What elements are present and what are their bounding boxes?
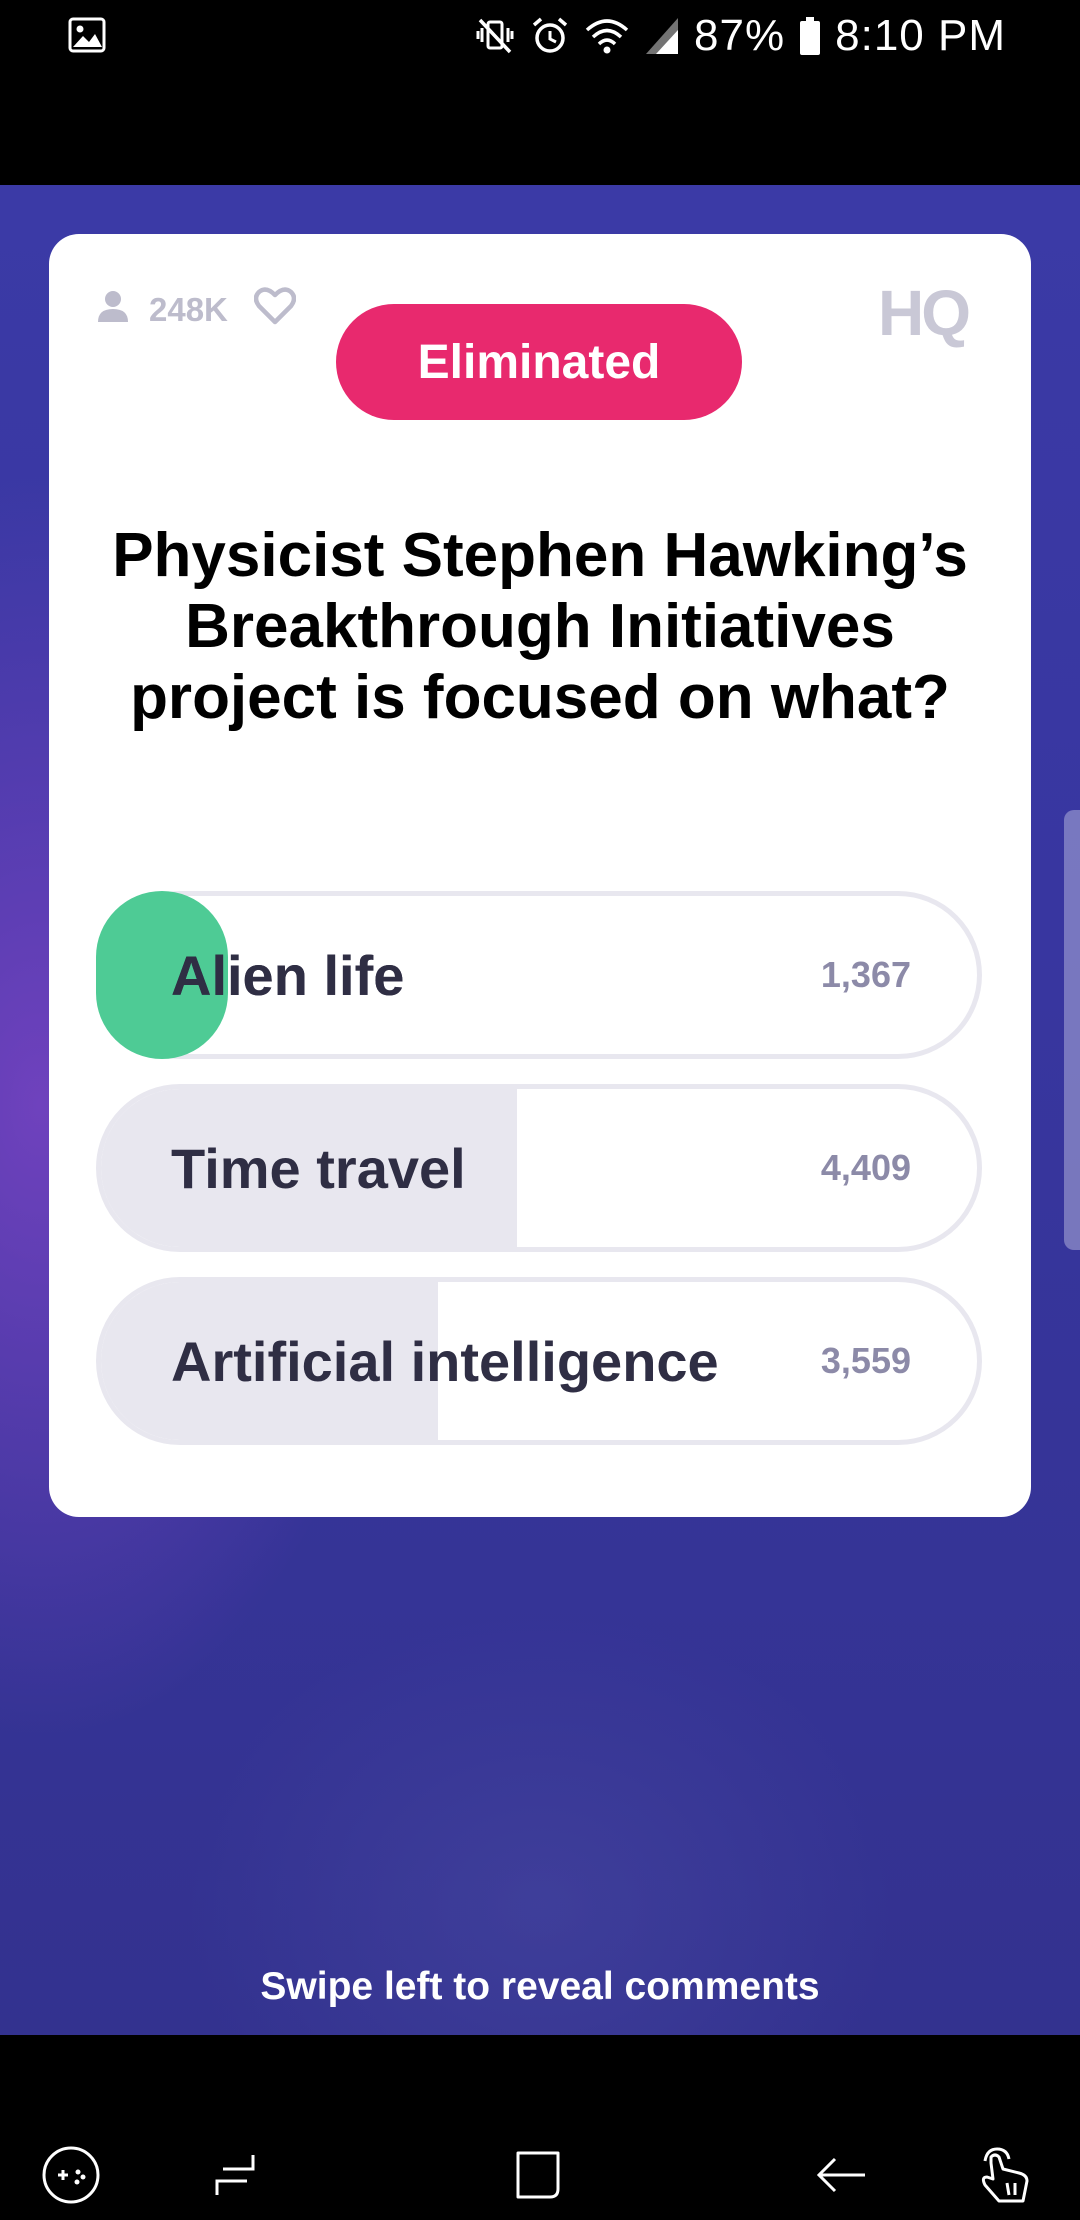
answer-label: Artificial intelligence: [171, 1329, 719, 1393]
home-icon[interactable]: [503, 2140, 573, 2210]
viewer-count-text: 248K: [149, 291, 228, 328]
swipe-hint: Swipe left to reveal comments: [260, 1965, 820, 2008]
status-time: 8:10 PM: [835, 11, 1006, 60]
battery-percentage: 87%: [694, 11, 786, 60]
answer-option-time-travel[interactable]: Time travel 4,409: [96, 1084, 982, 1252]
status-bar: 87% 8:10 PM: [0, 0, 1080, 72]
answer-label-overlay: Alien life: [96, 891, 982, 1059]
answer-count: 4,409: [820, 1147, 911, 1188]
answer-label: Time travel: [171, 1136, 466, 1200]
assist-touch-icon[interactable]: [970, 2140, 1040, 2210]
user-icon: [95, 288, 131, 332]
top-spacer: [0, 72, 1080, 185]
signal-icon: [644, 16, 680, 56]
heart-icon[interactable]: [253, 287, 297, 333]
hq-logo: HQ: [878, 277, 971, 349]
back-icon[interactable]: [806, 2140, 876, 2210]
gallery-icon: [68, 16, 106, 59]
question-text: Physicist Stephen Hawking’s Breakthrough…: [112, 521, 968, 732]
eliminated-badge: Eliminated: [336, 304, 742, 420]
viewer-count: 248K: [95, 285, 297, 335]
navigation-bar: [0, 2035, 1080, 2220]
answer-count: 3,559: [820, 1340, 911, 1381]
game-tools-icon[interactable]: [36, 2140, 106, 2210]
recent-apps-icon[interactable]: [200, 2140, 270, 2210]
wifi-icon: [584, 16, 630, 56]
answer-label: Alien life: [171, 943, 405, 1007]
alarm-icon: [530, 16, 570, 56]
battery-icon: [799, 16, 821, 56]
comments-drawer-handle[interactable]: [1064, 810, 1080, 1250]
answer-option-artificial-intelligence[interactable]: Artificial intelligence 3,559: [96, 1277, 982, 1445]
mute-vibrate-icon: [474, 16, 516, 56]
